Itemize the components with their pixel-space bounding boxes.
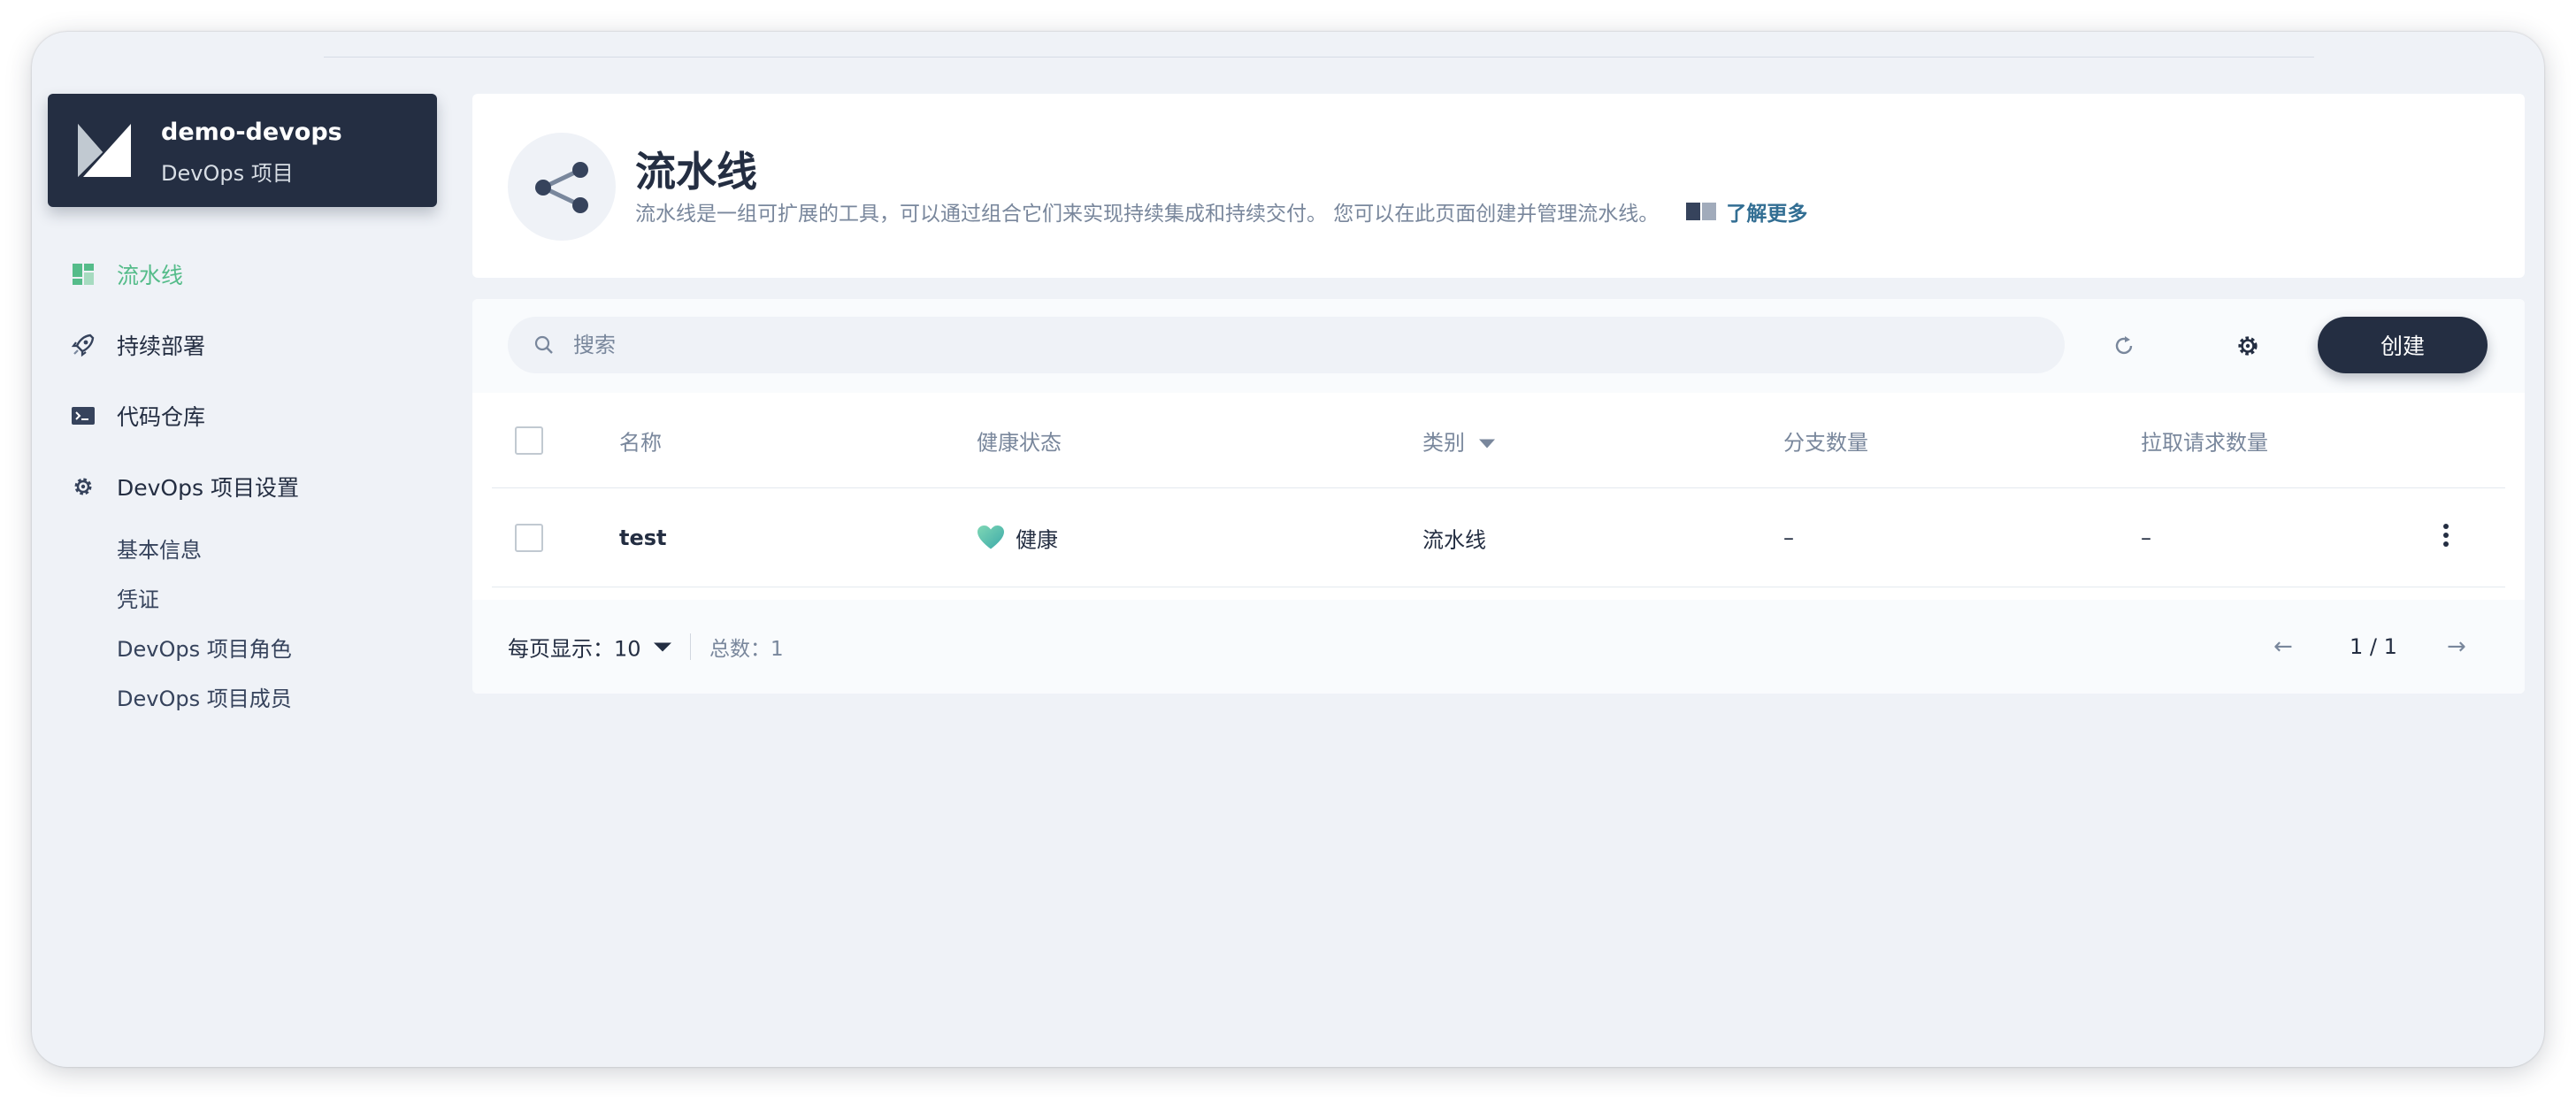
top-divider (324, 57, 2314, 58)
more-vertical-icon (2443, 523, 2449, 547)
sidebar-item-label: DevOps 项目设置 (117, 475, 299, 501)
pipeline-type: 流水线 (1422, 527, 1486, 552)
sidebar-item-continuous-deployment[interactable]: 持续部署 (71, 327, 205, 363)
pager-divider (690, 633, 691, 660)
caret-down-icon (653, 642, 671, 651)
prev-page-button[interactable]: ← (2273, 633, 2293, 660)
page-size-label: 每页显示：10 (508, 636, 641, 662)
sidebar-subitem-credentials[interactable]: 凭证 (117, 582, 159, 613)
sidebar-item-label: 流水线 (117, 263, 184, 288)
pipeline-share-icon (535, 162, 588, 213)
book-icon (1686, 203, 1717, 220)
pipeline-table-card: 创建 名称 健康状态 类别 分支数量 拉取请求数量 test (472, 299, 2525, 694)
project-name: demo-devops (161, 119, 342, 146)
next-page-button[interactable]: → (2447, 633, 2466, 660)
arrow-left-icon: ← (2273, 633, 2293, 660)
gear-icon (71, 474, 96, 499)
column-type[interactable]: 类别 (1422, 425, 1495, 456)
project-type: DevOps 项目 (161, 161, 294, 186)
sidebar-item-label: 代码仓库 (117, 404, 206, 430)
table-header: 名称 健康状态 类别 分支数量 拉取请求数量 (492, 393, 2505, 488)
arrow-right-icon: → (2447, 633, 2466, 660)
sidebar-subitem-project-roles[interactable]: DevOps 项目角色 (117, 632, 292, 663)
row-checkbox[interactable] (515, 523, 543, 552)
row-more-button[interactable] (2442, 522, 2450, 554)
table-toolbar: 创建 (472, 299, 2525, 393)
page-title: 流水线 (635, 148, 757, 196)
page-indicator: 1 / 1 (2350, 634, 2397, 659)
search-box[interactable] (508, 317, 2065, 373)
total-count: 总数：1 (709, 638, 784, 661)
sidebar-item-devops-settings[interactable]: DevOps 项目设置 (71, 469, 299, 504)
pipeline-name-link[interactable]: test (619, 525, 667, 550)
page-header: 流水线 流水线是一组可扩展的工具，可以通过组合它们来实现持续集成和持续交付。 您… (472, 94, 2525, 278)
heart-icon (978, 525, 1004, 549)
refresh-icon (2115, 336, 2133, 355)
learn-more-link[interactable]: 了解更多 (1685, 196, 1807, 226)
sidebar-item-pipelines[interactable]: 流水线 (71, 257, 183, 292)
terminal-icon (71, 403, 96, 428)
sidebar-item-code-repos[interactable]: 代码仓库 (71, 398, 205, 433)
table-row[interactable]: test 健康 流水线 – – (492, 488, 2505, 587)
branch-count: – (1783, 525, 1794, 550)
pipeline-grid-icon (71, 262, 96, 287)
sidebar-subitem-basic-info[interactable]: 基本信息 (117, 533, 202, 564)
column-pull-requests: 拉取请求数量 (2141, 430, 2268, 455)
column-type-label: 类别 (1422, 430, 1465, 455)
table-settings-button[interactable] (2233, 331, 2263, 361)
column-name: 名称 (619, 430, 662, 455)
pagination-bar: 每页显示：10 总数：1 ← 1 / 1 → (472, 600, 2525, 694)
column-health: 健康状态 (977, 430, 1062, 455)
health-label: 健康 (1016, 527, 1058, 552)
project-card[interactable]: demo-devops DevOps 项目 (48, 94, 437, 207)
filter-caret-icon (1479, 439, 1495, 448)
column-branches: 分支数量 (1783, 430, 1868, 455)
header-icon-circle (508, 133, 616, 241)
page-description: 流水线是一组可扩展的工具，可以通过组合它们来实现持续集成和持续交付。 您可以在此… (635, 203, 1660, 226)
learn-more-label: 了解更多 (1726, 203, 1808, 226)
sidebar-item-label: 持续部署 (117, 334, 206, 359)
refresh-button[interactable] (2109, 331, 2139, 361)
health-status: 健康 (977, 522, 1058, 553)
project-logo-icon (78, 124, 131, 177)
search-input[interactable] (573, 333, 1989, 357)
page-description-row: 流水线是一组可扩展的工具，可以通过组合它们来实现持续集成和持续交付。 您可以在此… (635, 196, 1807, 226)
app-window: demo-devops DevOps 项目 流水线 持续部署 代码仓库 DevO… (32, 32, 2544, 1067)
sidebar-subitem-project-members[interactable]: DevOps 项目成员 (117, 681, 292, 712)
create-button[interactable]: 创建 (2318, 317, 2488, 373)
gear-icon (2238, 336, 2258, 356)
page-size-select[interactable]: 每页显示：10 (508, 632, 671, 663)
select-all-checkbox[interactable] (515, 426, 543, 455)
rocket-icon (71, 333, 96, 357)
pull-request-count: – (2141, 525, 2151, 550)
search-icon (534, 335, 553, 354)
